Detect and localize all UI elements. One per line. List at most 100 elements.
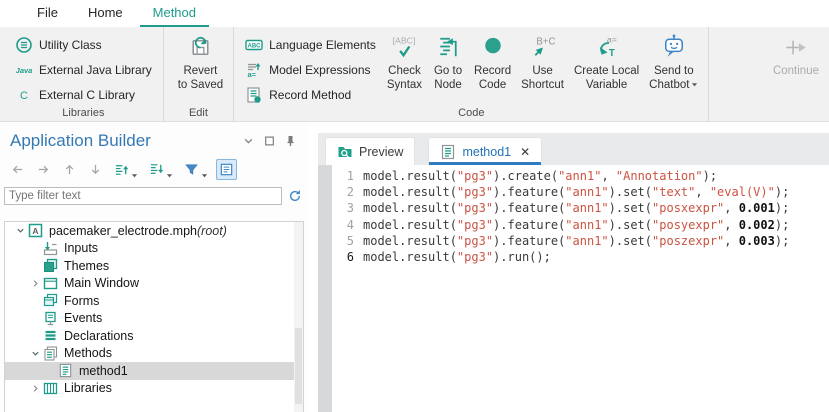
code-line[interactable]: 1model.result("pg3").create("ann1", "Ann… (318, 168, 829, 184)
code-segment: "pg3" (457, 250, 493, 264)
tree-item-label: Declarations (64, 329, 133, 343)
ribbon-button-external-java-library[interactable]: Java External Java Library (11, 57, 156, 82)
use-shortcut-icon: B+C (527, 32, 559, 63)
panel-window-controls (243, 135, 296, 147)
toolbar-filter-button[interactable] (181, 159, 211, 180)
filter-icon (184, 162, 199, 177)
close-icon[interactable]: ✕ (520, 145, 530, 159)
ribbon-group-code: ABC Language Elements a=Model Expressions R… (234, 27, 709, 121)
toolbar-editor-toggle-button[interactable] (216, 159, 237, 180)
ribbon-button-label: Record Method (269, 88, 351, 102)
ribbon-button-utility-class[interactable]: Utility Class (11, 32, 156, 57)
toolbar-back-button[interactable] (7, 159, 28, 180)
ribbon-button-label: Language Elements (269, 38, 376, 52)
code-line[interactable]: 6model.result("pg3").run(); (318, 249, 829, 265)
tree-item-inputs[interactable]: Inputs (5, 240, 303, 258)
code-segment: "pg3" (457, 234, 493, 248)
toolbar-expand-list-button[interactable] (111, 159, 141, 180)
toolbar-move-down-button[interactable] (85, 159, 106, 180)
tree-item-declarations[interactable]: Declarations (5, 327, 303, 345)
ribbon-button-record-code[interactable]: RecordCode (471, 30, 514, 92)
refresh-icon[interactable] (288, 189, 302, 203)
ribbon-button-model-expressions[interactable]: a=Model Expressions (241, 57, 380, 82)
code-editor[interactable]: 1model.result("pg3").create("ann1", "Ann… (318, 165, 829, 412)
ribbon-button-create-local-variable[interactable]: a=TCreate LocalVariable (571, 30, 642, 92)
code-line[interactable]: 3model.result("pg3").feature("ann1").set… (318, 200, 829, 216)
editor-tab-method1[interactable]: method1✕ (428, 137, 542, 165)
tree-item-forms[interactable]: Forms (5, 292, 303, 310)
code-segment: "posxexpr" (652, 201, 724, 215)
tree-item-events[interactable]: Events (5, 310, 303, 328)
ribbon-button-label: Send to (654, 65, 694, 77)
code-segment: ).feature( (493, 218, 565, 232)
ribbon-button-record-method[interactable]: Record Method (241, 82, 380, 107)
ribbon-button-go-to-node[interactable]: Go toNode (429, 30, 467, 92)
code-text: model.result("pg3").feature("ann1").set(… (363, 233, 789, 249)
ribbon-button-label: Model Expressions (269, 63, 370, 77)
chevron-down-icon (131, 166, 138, 173)
tree-item-libraries[interactable]: Libraries (5, 380, 303, 398)
ribbon-button-language-elements[interactable]: ABC Language Elements (241, 32, 380, 57)
menu-bar: FileHomeMethod (0, 0, 829, 27)
tree-expander-collapsed[interactable] (28, 381, 42, 395)
menu-tab-method[interactable]: Method (140, 0, 209, 27)
tree-item-method1[interactable]: method1 (5, 362, 303, 380)
float-window-icon[interactable] (264, 135, 275, 147)
editor-tab-bar: Preview method1✕ (318, 133, 829, 165)
tree-expander-spacer (43, 364, 57, 378)
toolbar-move-up-button[interactable] (59, 159, 80, 180)
java-library-icon: Java (15, 61, 33, 79)
code-line[interactable]: 2model.result("pg3").feature("ann1").set… (318, 184, 829, 200)
code-segment: "poszexpr" (652, 234, 724, 248)
tree-item-themes[interactable]: Themes (5, 257, 303, 275)
chevron-down-icon (691, 79, 698, 86)
record-method-icon (245, 86, 263, 104)
tree-scrollbar[interactable] (294, 222, 303, 412)
ribbon-button-check-syntax[interactable]: [ABC]CheckSyntax (384, 30, 425, 92)
editor-tab-preview[interactable]: Preview (325, 137, 415, 165)
ribbon-group-libraries: Utility Class Java External Java Library CE… (4, 27, 164, 121)
ribbon-button-label: External C Library (39, 88, 135, 102)
tree-scrollbar-thumb[interactable] (295, 328, 302, 404)
filter-input[interactable] (4, 187, 282, 205)
preview-icon (337, 144, 353, 160)
pin-icon[interactable] (285, 135, 296, 147)
ribbon-button-label: Node (434, 79, 462, 91)
editor-toggle-icon (219, 162, 234, 177)
code-segment: ); (775, 201, 789, 215)
ribbon-group-continue: Continue (759, 27, 829, 121)
code-segment: 0.003 (739, 234, 775, 248)
svg-text:T: T (608, 48, 614, 59)
tree-item-main-window[interactable]: Main Window (5, 275, 303, 293)
application-builder-panel: Application Builder Apacemaker_electrode… (0, 122, 308, 412)
tree-item-methods[interactable]: Methods (5, 345, 303, 363)
language-elements-icon: ABC (245, 36, 263, 54)
toolbar-forward-button[interactable] (33, 159, 54, 180)
code-segment: ).feature( (493, 201, 565, 215)
app-tree: Apacemaker_electrode.mph (root)InputsThe… (4, 221, 304, 412)
ribbon-button-use-shortcut[interactable]: B+CUseShortcut (518, 30, 567, 92)
ribbon-group-edit: Revertto SavedEdit (164, 27, 234, 121)
code-segment: 0.002 (739, 218, 775, 232)
code-segment: "eval(V)" (710, 185, 775, 199)
tree-expander-collapsed[interactable] (28, 276, 42, 290)
tree-expander-expanded[interactable] (28, 346, 42, 360)
tree-item-pacemaker-electrode-mph[interactable]: Apacemaker_electrode.mph (root) (5, 222, 303, 240)
line-number: 2 (332, 184, 354, 200)
ribbon-button-external-c-library[interactable]: CExternal C Library (11, 82, 156, 107)
ribbon-button-label: External Java Library (39, 63, 152, 77)
line-number: 5 (332, 233, 354, 249)
tree-expander-expanded[interactable] (13, 224, 27, 238)
menu-tab-home[interactable]: Home (75, 0, 136, 27)
menu-tab-file[interactable]: File (24, 0, 71, 27)
ribbon-button-send-to-chatbot[interactable]: Send toChatbot (646, 30, 701, 92)
toolbar-collapse-list-button[interactable] (146, 159, 176, 180)
code-text: model.result("pg3").feature("ann1").set(… (363, 217, 789, 233)
chevron-down-icon[interactable] (243, 135, 254, 147)
code-line[interactable]: 4model.result("pg3").feature("ann1").set… (318, 217, 829, 233)
code-line[interactable]: 5 model.result("pg3").feature("ann1").set… (318, 233, 829, 249)
ribbon-button-label: to Saved (178, 79, 223, 91)
ribbon-button-revert-to-saved[interactable]: Revertto Saved (175, 30, 226, 92)
code-segment: model.result( (363, 201, 457, 215)
code-segment: ).feature( (493, 234, 565, 248)
